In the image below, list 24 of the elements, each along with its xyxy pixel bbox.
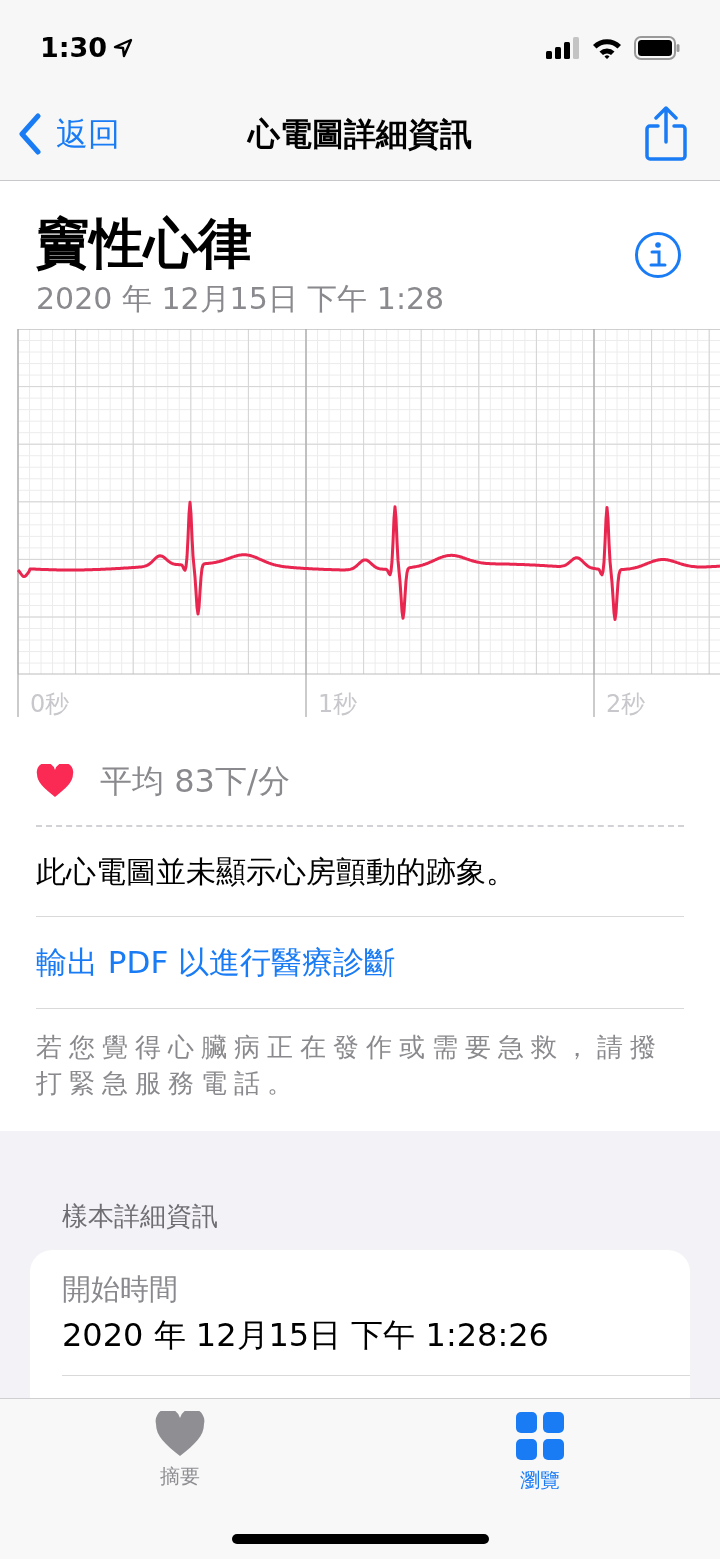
nav-title: 心電圖詳細資訊 [248,115,472,153]
battery-icon [634,36,680,60]
signal-icon [546,37,580,59]
export-pdf-link[interactable]: 輸出 PDF 以進行醫療診斷 [36,944,396,980]
share-icon[interactable] [644,106,688,162]
chevron-left-icon [18,113,42,155]
wifi-icon [592,37,622,59]
result-text: 此心電圖並未顯示心房顫動的跡象。 [36,827,684,917]
location-arrow-icon [113,38,134,58]
field-label: 開始時間 [62,1270,179,1308]
recording-date: 2020 年 12月15日 下午 1:28 [36,280,445,318]
field-value: 2020 年 12月15日 下午 1:28:26 [62,1315,550,1356]
rhythm-title: 竇性心律 [36,211,253,277]
section-header: 樣本詳細資訊 [61,1199,219,1233]
tab-item[interactable]: 摘要 [0,1399,360,1495]
tab-item[interactable]: 瀏覽 [360,1399,720,1495]
heart-icon [155,1411,205,1457]
grid-icon [515,1411,565,1461]
heart-icon [36,764,74,798]
back-button[interactable]: 返回 [18,110,120,158]
info-icon[interactable] [634,231,682,279]
status-time: 1:30 [40,30,108,65]
emergency-note: 若您覺得心臟病正在發作或需要急救，請撥打緊急服務電話。 [36,1030,664,1100]
average-heart-rate: 平均 83下/分 [100,761,290,802]
